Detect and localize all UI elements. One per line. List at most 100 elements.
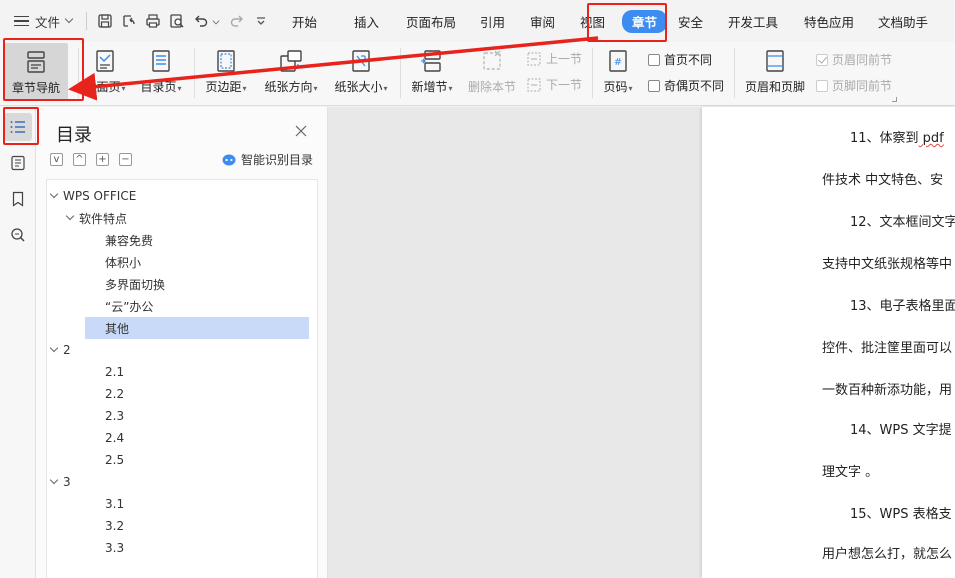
- orientation-icon: [280, 50, 302, 72]
- delete-section-label: 删除本节: [467, 80, 516, 94]
- new-section-button[interactable]: 新增节▾: [406, 42, 458, 104]
- chevron-down-icon[interactable]: [49, 475, 59, 485]
- toc-item[interactable]: WPS OFFICE: [47, 185, 136, 207]
- tab-chapter[interactable]: 章节: [622, 0, 678, 42]
- tab-page-layout[interactable]: 页面布局: [406, 0, 480, 42]
- save-icon[interactable]: [93, 9, 117, 33]
- tab-security[interactable]: 安全: [678, 0, 728, 42]
- document-page[interactable]: 11、体察到 pdf 件技术 中文特色、安 12、文本框间文字 支持中文纸张规格等中 1…: [702, 107, 955, 578]
- expand-level-button[interactable]: ^: [73, 153, 86, 166]
- menu-bar: 文件 开始 插入 页面布局 引用 审阅 视图 章节 安全 开发工具 特色应用 文…: [0, 0, 955, 42]
- tab-view[interactable]: 视图: [580, 0, 622, 42]
- find-panel-button[interactable]: [4, 221, 32, 249]
- toc-item[interactable]: 3.1: [47, 493, 124, 515]
- toc-item[interactable]: 多界面切换: [47, 273, 165, 295]
- tab-special-apps[interactable]: 特色应用: [804, 0, 878, 42]
- toc-item[interactable]: 3.2: [47, 515, 124, 537]
- footer-same-as-prev-checkbox[interactable]: 页脚同前节: [816, 77, 892, 94]
- toc-panel-button[interactable]: [4, 113, 32, 141]
- ribbon-tabs: 开始 插入 页面布局 引用 审阅 视图 章节 安全 开发工具 特色应用 文档助手: [280, 0, 952, 42]
- toc-item[interactable]: 3: [47, 471, 71, 493]
- customize-toolbar-icon[interactable]: [249, 9, 273, 33]
- toc-item[interactable]: “云”办公: [47, 295, 153, 317]
- dropdown-arrow-icon: ▾: [177, 84, 182, 93]
- divider: [86, 12, 88, 30]
- paper-size-icon: [352, 50, 370, 72]
- checkbox-box[interactable]: [816, 79, 828, 92]
- header-same-as-prev-label: 页眉同前节: [832, 53, 893, 67]
- print-icon[interactable]: [141, 9, 165, 33]
- add-heading-button[interactable]: +: [96, 153, 109, 166]
- odd-even-different-checkbox[interactable]: 奇偶页不同: [648, 77, 724, 94]
- print-preview-icon[interactable]: [165, 9, 189, 33]
- document-text-line: 理文字 。: [822, 465, 879, 480]
- toc-item[interactable]: 2.5: [47, 449, 124, 471]
- new-section-label: 新增节: [411, 80, 448, 94]
- tab-references[interactable]: 引用: [480, 0, 530, 42]
- document-text-line: 15、WPS 表格支: [850, 507, 952, 522]
- toc-item[interactable]: 体积小: [47, 251, 141, 273]
- close-icon[interactable]: [295, 125, 307, 137]
- toc-item[interactable]: 2.4: [47, 427, 124, 449]
- checkbox-box[interactable]: [648, 53, 660, 66]
- toc-page-button[interactable]: 目录页▾: [136, 42, 186, 104]
- toc-item[interactable]: 2: [47, 339, 71, 361]
- tab-developer[interactable]: 开发工具: [728, 0, 804, 42]
- file-menu[interactable]: 文件: [0, 0, 82, 42]
- checkbox-box[interactable]: [648, 79, 660, 92]
- hamburger-icon: [14, 15, 29, 27]
- paper-size-label: 纸张大小: [334, 80, 383, 94]
- undo-icon[interactable]: [189, 9, 213, 33]
- tab-home[interactable]: 开始: [292, 0, 354, 42]
- tab-insert[interactable]: 插入: [354, 0, 406, 42]
- orientation-button[interactable]: 纸张方向▾: [260, 42, 322, 104]
- chevron-down-icon[interactable]: [65, 211, 75, 221]
- dropdown-arrow-icon: ▾: [121, 84, 126, 93]
- toc-item[interactable]: 3.3: [47, 537, 124, 559]
- toc-item[interactable]: 兼容免费: [47, 229, 153, 251]
- undo-dropdown-icon[interactable]: [212, 17, 220, 25]
- page-number-button[interactable]: # 页码▾: [598, 42, 638, 104]
- header-footer-button[interactable]: 页眉和页脚: [740, 42, 810, 104]
- collapse-all-button[interactable]: v: [50, 153, 63, 166]
- smart-detect-toc-button[interactable]: 智能识别目录: [222, 151, 313, 168]
- dropdown-arrow-icon: ▾: [383, 84, 388, 93]
- toc-item-label: 3.2: [105, 519, 125, 533]
- remove-heading-button[interactable]: −: [119, 153, 132, 166]
- chevron-down-icon[interactable]: [49, 189, 59, 199]
- toc-panel-title: 目录: [56, 125, 92, 146]
- toc-item-label: 2.1: [105, 365, 125, 379]
- prev-section-label: 上一节: [546, 52, 583, 66]
- checkbox-box[interactable]: [816, 53, 828, 66]
- toc-item-label: 2.5: [105, 453, 125, 467]
- paper-size-button[interactable]: 纸张大小▾: [330, 42, 392, 104]
- group-dialog-launcher-icon[interactable]: [892, 97, 897, 102]
- page-number-icon: #: [609, 50, 627, 72]
- outline-panel-button[interactable]: [4, 149, 32, 177]
- cover-page-button[interactable]: 封面页▾: [82, 42, 128, 104]
- toc-item-selected[interactable]: 其他: [85, 317, 309, 339]
- chevron-down-icon[interactable]: [49, 343, 59, 353]
- file-menu-label: 文件: [35, 14, 61, 30]
- toc-item[interactable]: 2.1: [47, 361, 124, 383]
- bookmark-panel-button[interactable]: [4, 185, 32, 213]
- toc-item[interactable]: 2.2: [47, 383, 124, 405]
- toc-item[interactable]: 软件特点: [47, 207, 127, 229]
- margins-icon: [217, 50, 235, 72]
- next-section-button[interactable]: 下一节: [526, 76, 582, 93]
- header-same-as-prev-checkbox[interactable]: 页眉同前节: [816, 51, 892, 68]
- output-icon[interactable]: [117, 9, 141, 33]
- toc-item[interactable]: 2.3: [47, 405, 124, 427]
- first-page-different-checkbox[interactable]: 首页不同: [648, 51, 712, 68]
- list-icon: [10, 121, 25, 133]
- toc-item-label: 软件特点: [79, 211, 128, 226]
- chapter-nav-button[interactable]: 章节导航: [4, 43, 68, 101]
- redo-icon[interactable]: [225, 9, 249, 33]
- tab-review[interactable]: 审阅: [530, 0, 580, 42]
- delete-section-button[interactable]: 删除本节: [464, 42, 520, 104]
- divider: [592, 48, 593, 98]
- odd-even-different-label: 奇偶页不同: [664, 79, 725, 93]
- tab-doc-assistant[interactable]: 文档助手: [878, 0, 952, 42]
- prev-section-button[interactable]: 上一节: [526, 50, 582, 67]
- margins-button[interactable]: 页边距▾: [200, 42, 252, 104]
